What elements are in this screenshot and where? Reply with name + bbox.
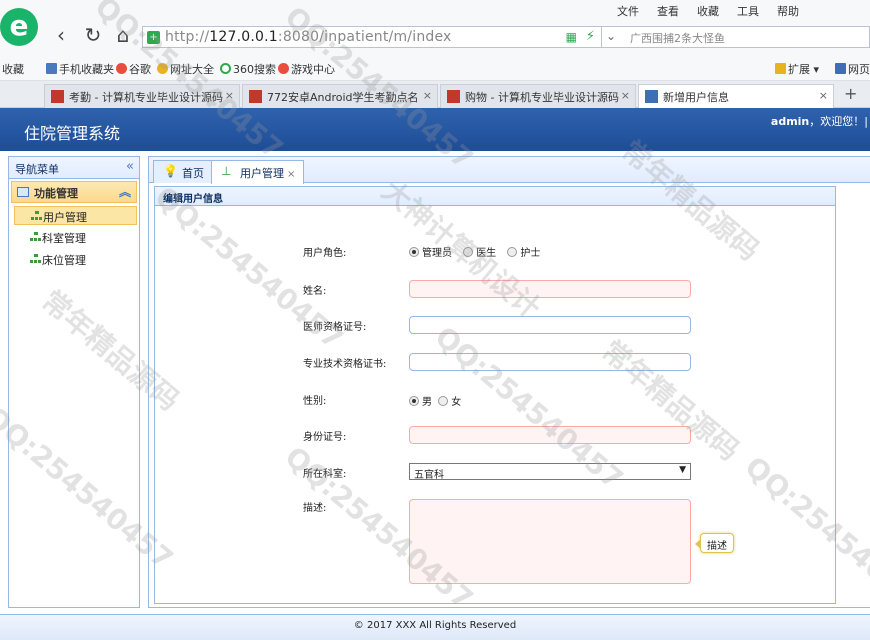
close-tab-icon[interactable]: ×: [287, 169, 295, 180]
sidebar-group[interactable]: 功能管理 ︽: [11, 181, 137, 203]
search-engine-chevron-icon[interactable]: ⌄: [606, 29, 616, 43]
bookmark-hao123[interactable]: 网址大全: [157, 61, 214, 77]
extensions-button[interactable]: 扩展 ▾: [775, 61, 819, 77]
browser-logo-icon: e: [0, 8, 38, 46]
webpage-button[interactable]: 网页: [835, 61, 870, 77]
chevron-up-icon[interactable]: ︽: [119, 183, 131, 200]
close-tab-icon[interactable]: ×: [819, 89, 828, 102]
grid-icon: [775, 63, 786, 74]
site-secure-icon: +: [147, 31, 160, 44]
favicon-icon: [249, 90, 262, 103]
search-box[interactable]: ⌄ 广西围捕2条大怪鱼: [602, 26, 870, 48]
edit-user-form: 用户角色: 管理员 医生 护士 姓名: 医师资格证号: 专业技术资格证书: 性别…: [154, 206, 836, 604]
panel-title: 编辑用户信息: [154, 186, 836, 206]
menu-help[interactable]: 帮助: [768, 3, 808, 19]
close-tab-icon[interactable]: ×: [423, 89, 432, 102]
sidebar: 导航菜单 « 功能管理 ︽ 用户管理 科室管理 床位管理: [8, 156, 140, 608]
back-icon[interactable]: ‹: [50, 24, 72, 46]
app-header: 住院管理系统 admin，欢迎您！|: [0, 108, 870, 151]
sidebar-item-departments[interactable]: 科室管理: [14, 228, 137, 247]
role-nurse-radio[interactable]: [507, 247, 518, 257]
bookmarks-bar: 收藏 手机收藏夹 谷歌 网址大全 360搜索 游戏中心 扩展 ▾ 网页: [0, 55, 870, 81]
tree-icon: [30, 254, 42, 264]
browser-tab[interactable]: 772安卓Android学生考勤点名 ×: [242, 84, 438, 108]
favicon-icon: [447, 90, 460, 103]
favicon-icon: [51, 90, 64, 103]
page-footer: © 2017 XXX All Rights Reserved: [0, 614, 870, 640]
address-bar[interactable]: + http://127.0.0.1:8080/inpatient/m/inde…: [142, 26, 602, 48]
gender-options: 男 女: [409, 393, 469, 408]
favicon-icon: [645, 90, 658, 103]
user-name[interactable]: admin: [771, 115, 809, 128]
home-icon[interactable]: ⌂: [112, 24, 134, 46]
dropdown-arrow-icon[interactable]: ▼: [679, 465, 686, 475]
search-360-icon: [220, 63, 231, 74]
content-tabs: 💡 首页 ⊥ 用户管理 ×: [149, 157, 870, 184]
desc-field[interactable]: [409, 499, 691, 584]
lightning-icon[interactable]: ⚡: [586, 29, 595, 44]
close-tab-icon[interactable]: ×: [621, 89, 630, 102]
address-url: http://127.0.0.1:8080/inpatient/m/index: [165, 29, 452, 45]
role-doctor-radio[interactable]: [463, 247, 474, 257]
search-text: 广西围捕2条大怪鱼: [630, 32, 725, 45]
doctor-cert-label: 医师资格证号:: [303, 322, 367, 333]
gender-male-radio[interactable]: [409, 396, 419, 406]
name-field[interactable]: [409, 280, 691, 298]
browser-toolbar: e ‹ ↻ ⌂ 文件 查看 收藏 工具 帮助 + http://127.0.0.…: [0, 0, 870, 55]
browser-tabs: 考勤 - 计算机专业毕业设计源码 × 772安卓Android学生考勤点名 × 购物…: [0, 81, 870, 108]
gender-female-radio[interactable]: [438, 396, 449, 406]
phone-icon: [46, 63, 57, 74]
sidebar-header: 导航菜单 «: [9, 157, 139, 179]
bookmark-mobile[interactable]: 手机收藏夹: [46, 61, 114, 77]
idcard-field[interactable]: [409, 426, 691, 444]
menu-favorites[interactable]: 收藏: [688, 3, 728, 19]
validation-tooltip: 描述: [695, 533, 734, 553]
site-nav-icon: [157, 63, 168, 74]
role-admin-radio[interactable]: [409, 247, 419, 257]
desc-label: 描述:: [303, 503, 327, 514]
close-tab-icon[interactable]: ×: [225, 89, 234, 102]
bookmark-google[interactable]: 谷歌: [116, 61, 151, 77]
bookmark-360[interactable]: 360搜索: [220, 61, 276, 77]
webpage-icon: [835, 63, 846, 74]
bookmark-games[interactable]: 游戏中心: [278, 61, 335, 77]
browser-menu: 文件 查看 收藏 工具 帮助: [608, 3, 808, 19]
idcard-label: 身份证号:: [303, 432, 347, 443]
reload-icon[interactable]: ↻: [82, 24, 104, 46]
doctor-cert-field[interactable]: [409, 316, 691, 334]
collapse-sidebar-icon[interactable]: «: [126, 159, 134, 174]
role-options: 管理员 医生 护士: [409, 244, 548, 259]
app-title: 住院管理系统: [24, 124, 121, 143]
user-greeting: admin，欢迎您！|: [770, 115, 868, 128]
lightbulb-icon: 💡: [163, 164, 178, 178]
tech-cert-field[interactable]: [409, 353, 691, 371]
browser-tab[interactable]: 考勤 - 计算机专业毕业设计源码 ×: [44, 84, 240, 108]
menu-view[interactable]: 查看: [648, 3, 688, 19]
qr-code-icon[interactable]: ▦: [566, 30, 577, 44]
dept-select[interactable]: 五官科 ▼: [409, 463, 691, 481]
game-icon: [278, 63, 289, 74]
browser-tab[interactable]: 购物 - 计算机专业毕业设计源码 ×: [440, 84, 636, 108]
gender-label: 性别:: [303, 396, 327, 407]
tech-cert-label: 专业技术资格证书:: [303, 359, 387, 370]
bookmark-favorites[interactable]: 收藏: [2, 61, 24, 77]
main-panel: 💡 首页 ⊥ 用户管理 × 编辑用户信息 用户角色: 管理员 医生 护士 姓名: 医师…: [148, 156, 870, 608]
folder-icon: [17, 187, 29, 197]
google-icon: [116, 63, 127, 74]
tree-icon: [31, 211, 43, 221]
menu-tools[interactable]: 工具: [728, 3, 768, 19]
dept-label: 所在科室:: [303, 469, 347, 480]
tree-icon: ⊥: [221, 164, 232, 178]
sidebar-item-users[interactable]: 用户管理: [14, 206, 137, 225]
tree-icon: [30, 232, 42, 242]
new-tab-icon[interactable]: +: [844, 84, 857, 103]
menu-file[interactable]: 文件: [608, 3, 648, 19]
role-label: 用户角色:: [303, 248, 347, 259]
tab-home[interactable]: 💡 首页: [153, 160, 213, 183]
name-label: 姓名:: [303, 286, 327, 297]
sidebar-item-beds[interactable]: 床位管理: [14, 250, 137, 269]
browser-tab-active[interactable]: 新增用户信息 ×: [638, 84, 834, 108]
tab-user-management[interactable]: ⊥ 用户管理 ×: [211, 160, 305, 184]
